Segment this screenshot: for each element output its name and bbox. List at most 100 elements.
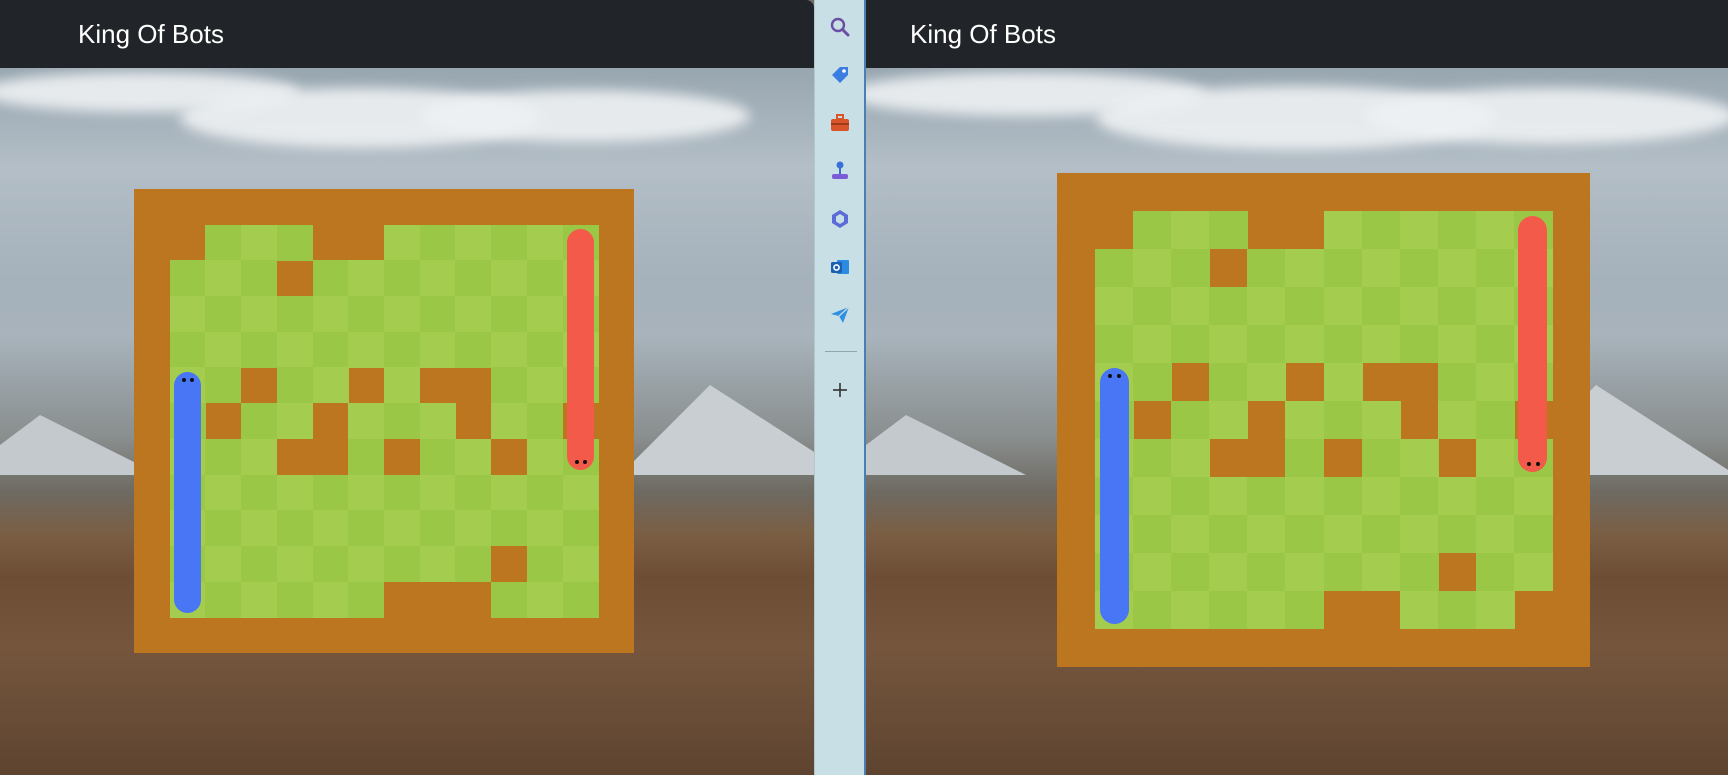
board-cell (348, 545, 385, 582)
board-cell (1361, 211, 1401, 249)
board-cell (1513, 477, 1553, 515)
tag-icon[interactable] (828, 63, 852, 87)
board-cell (1285, 287, 1325, 325)
board-cell (384, 403, 420, 440)
game-window-left: King Of Bots (0, 0, 814, 775)
board-cell (491, 331, 528, 368)
board-cell (312, 260, 349, 297)
board-cell (526, 331, 563, 368)
board-cell (384, 260, 420, 297)
board-cell (1133, 363, 1173, 401)
board-cell (348, 296, 385, 333)
board-cell (1513, 515, 1553, 553)
board-cell (1171, 515, 1211, 553)
board-cell (1361, 553, 1401, 591)
toolbox-icon[interactable] (828, 111, 852, 135)
board-cell (205, 438, 242, 475)
board-cell (276, 403, 313, 440)
board-cell (1285, 401, 1325, 439)
board-cell (1475, 515, 1515, 553)
board-cell (169, 296, 206, 333)
board-cell (348, 474, 385, 511)
board-cell (384, 545, 420, 582)
board-cell (491, 510, 528, 547)
board-cell (1437, 401, 1477, 439)
browser-sidebar (814, 0, 866, 775)
board-cell (1399, 553, 1439, 591)
board-cell (276, 224, 313, 261)
board-cell (491, 367, 528, 404)
board-cell (1323, 363, 1363, 401)
game-board[interactable] (1057, 173, 1590, 667)
board-cell (241, 474, 278, 511)
add-icon[interactable] (828, 378, 852, 402)
board-cell (1247, 477, 1287, 515)
board-cell (1361, 401, 1401, 439)
board-cell (241, 403, 278, 440)
board-cell (1247, 515, 1287, 553)
board-cell (1399, 249, 1439, 287)
copilot-icon[interactable] (828, 207, 852, 231)
board-cell (419, 260, 456, 297)
outlook-icon[interactable] (828, 255, 852, 279)
send-icon[interactable] (828, 303, 852, 327)
board-cell (1399, 591, 1439, 629)
board-cell (1399, 477, 1439, 515)
board-cell (455, 331, 492, 368)
board-cell (1209, 363, 1249, 401)
board-cell (205, 510, 242, 547)
board-cell (276, 296, 313, 333)
snake-eye (1535, 462, 1540, 467)
board-cell (1133, 477, 1173, 515)
board-cell (312, 581, 349, 618)
board-cell (526, 581, 563, 618)
board-cell (1095, 325, 1135, 363)
board-cell (205, 224, 242, 261)
board-cell (241, 331, 278, 368)
board-cell (1247, 553, 1287, 591)
board-cell (384, 224, 420, 261)
board-cell (1285, 325, 1325, 363)
board-cell (276, 474, 313, 511)
game-board[interactable] (134, 189, 634, 653)
board-cell (1209, 401, 1249, 439)
board-cell (1399, 439, 1439, 477)
board-cell (562, 581, 599, 618)
snake-eye (182, 377, 187, 382)
board-cell (1361, 515, 1401, 553)
navbar-brand[interactable]: King Of Bots (910, 19, 1056, 49)
board-cell (1361, 249, 1401, 287)
board-cell (348, 438, 385, 475)
board-cell (419, 331, 456, 368)
board-cell (169, 331, 206, 368)
board-cell (1437, 591, 1477, 629)
board-cell (1437, 325, 1477, 363)
board-cell (1437, 515, 1477, 553)
joystick-icon[interactable] (828, 159, 852, 183)
board-cell (312, 331, 349, 368)
snake-eye (1116, 373, 1121, 378)
navbar-brand[interactable]: King Of Bots (78, 19, 224, 49)
board-cell (1399, 211, 1439, 249)
board-cell (1323, 287, 1363, 325)
search-icon[interactable] (828, 15, 852, 39)
board-cell (205, 581, 242, 618)
board-cell (1323, 401, 1363, 439)
board-cell (1475, 401, 1515, 439)
board-cell (491, 474, 528, 511)
board-cell (205, 331, 242, 368)
board-cell (241, 581, 278, 618)
board-cell (1133, 591, 1173, 629)
board-cell (419, 438, 456, 475)
board-cell (312, 296, 349, 333)
board-cell (455, 260, 492, 297)
board-cell (1133, 211, 1173, 249)
board-cell (526, 367, 563, 404)
board-cell (1399, 287, 1439, 325)
board-cell (1247, 363, 1287, 401)
board-cell (241, 296, 278, 333)
board-cell (1323, 477, 1363, 515)
board-cell (455, 296, 492, 333)
navbar: King Of Bots (866, 0, 1728, 68)
board-cell (1285, 249, 1325, 287)
